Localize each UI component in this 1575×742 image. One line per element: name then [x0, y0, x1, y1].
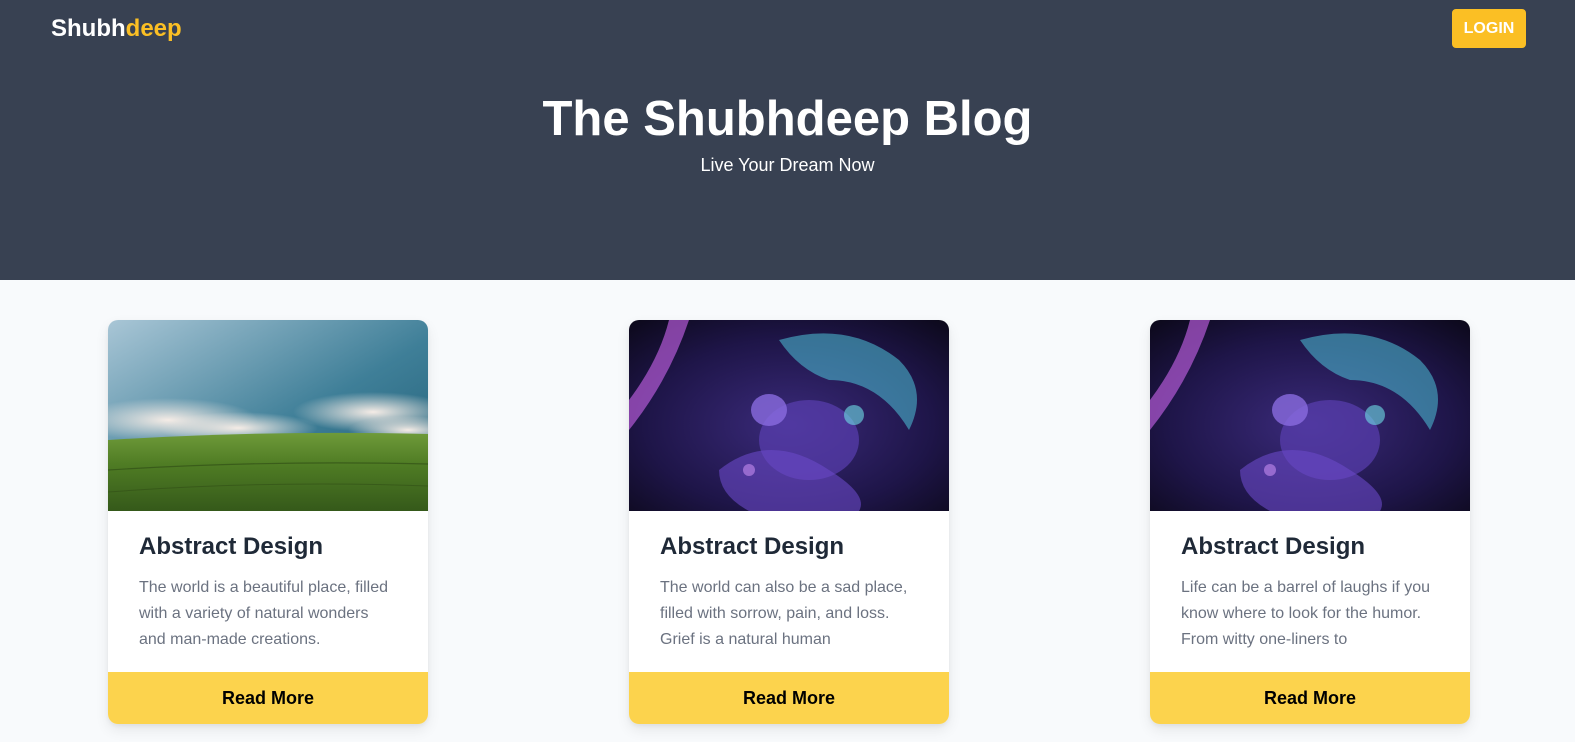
site-logo[interactable]: Shubhdeep [51, 15, 182, 43]
card-title[interactable]: Abstract Design [1181, 531, 1439, 563]
login-button[interactable]: LOGIN [1452, 9, 1526, 48]
read-more-button[interactable]: Read More [629, 672, 949, 724]
blog-card: Abstract Design Life can be a barrel of … [1150, 320, 1470, 724]
card-excerpt: The world can also be a sad place, fille… [660, 579, 908, 648]
blog-card-grid: Abstract Design The world is a beautiful… [0, 280, 1575, 742]
card-image-green-field [108, 320, 428, 511]
read-more-button[interactable]: Read More [108, 672, 428, 724]
read-more-button[interactable]: Read More [1150, 672, 1470, 724]
logo-main-text: Shubh [51, 15, 126, 42]
card-excerpt: The world is a beautiful place, filled w… [139, 579, 389, 648]
blog-card: Abstract Design The world is a beautiful… [108, 320, 428, 724]
blog-card: Abstract Design The world can also be a … [629, 320, 949, 724]
card-excerpt: Life can be a barrel of laughs if you kn… [1181, 579, 1431, 648]
card-title[interactable]: Abstract Design [660, 531, 918, 563]
hero-header: Shubhdeep LOGIN The Shubhdeep Blog Live … [0, 0, 1575, 280]
card-title[interactable]: Abstract Design [139, 531, 397, 563]
card-image-abstract-purple [629, 320, 949, 511]
page-title: The Shubhdeep Blog [542, 92, 1033, 146]
logo-accent-text: deep [125, 15, 182, 42]
card-image-abstract-purple [1150, 320, 1470, 511]
page-subtitle: Live Your Dream Now [700, 155, 875, 175]
